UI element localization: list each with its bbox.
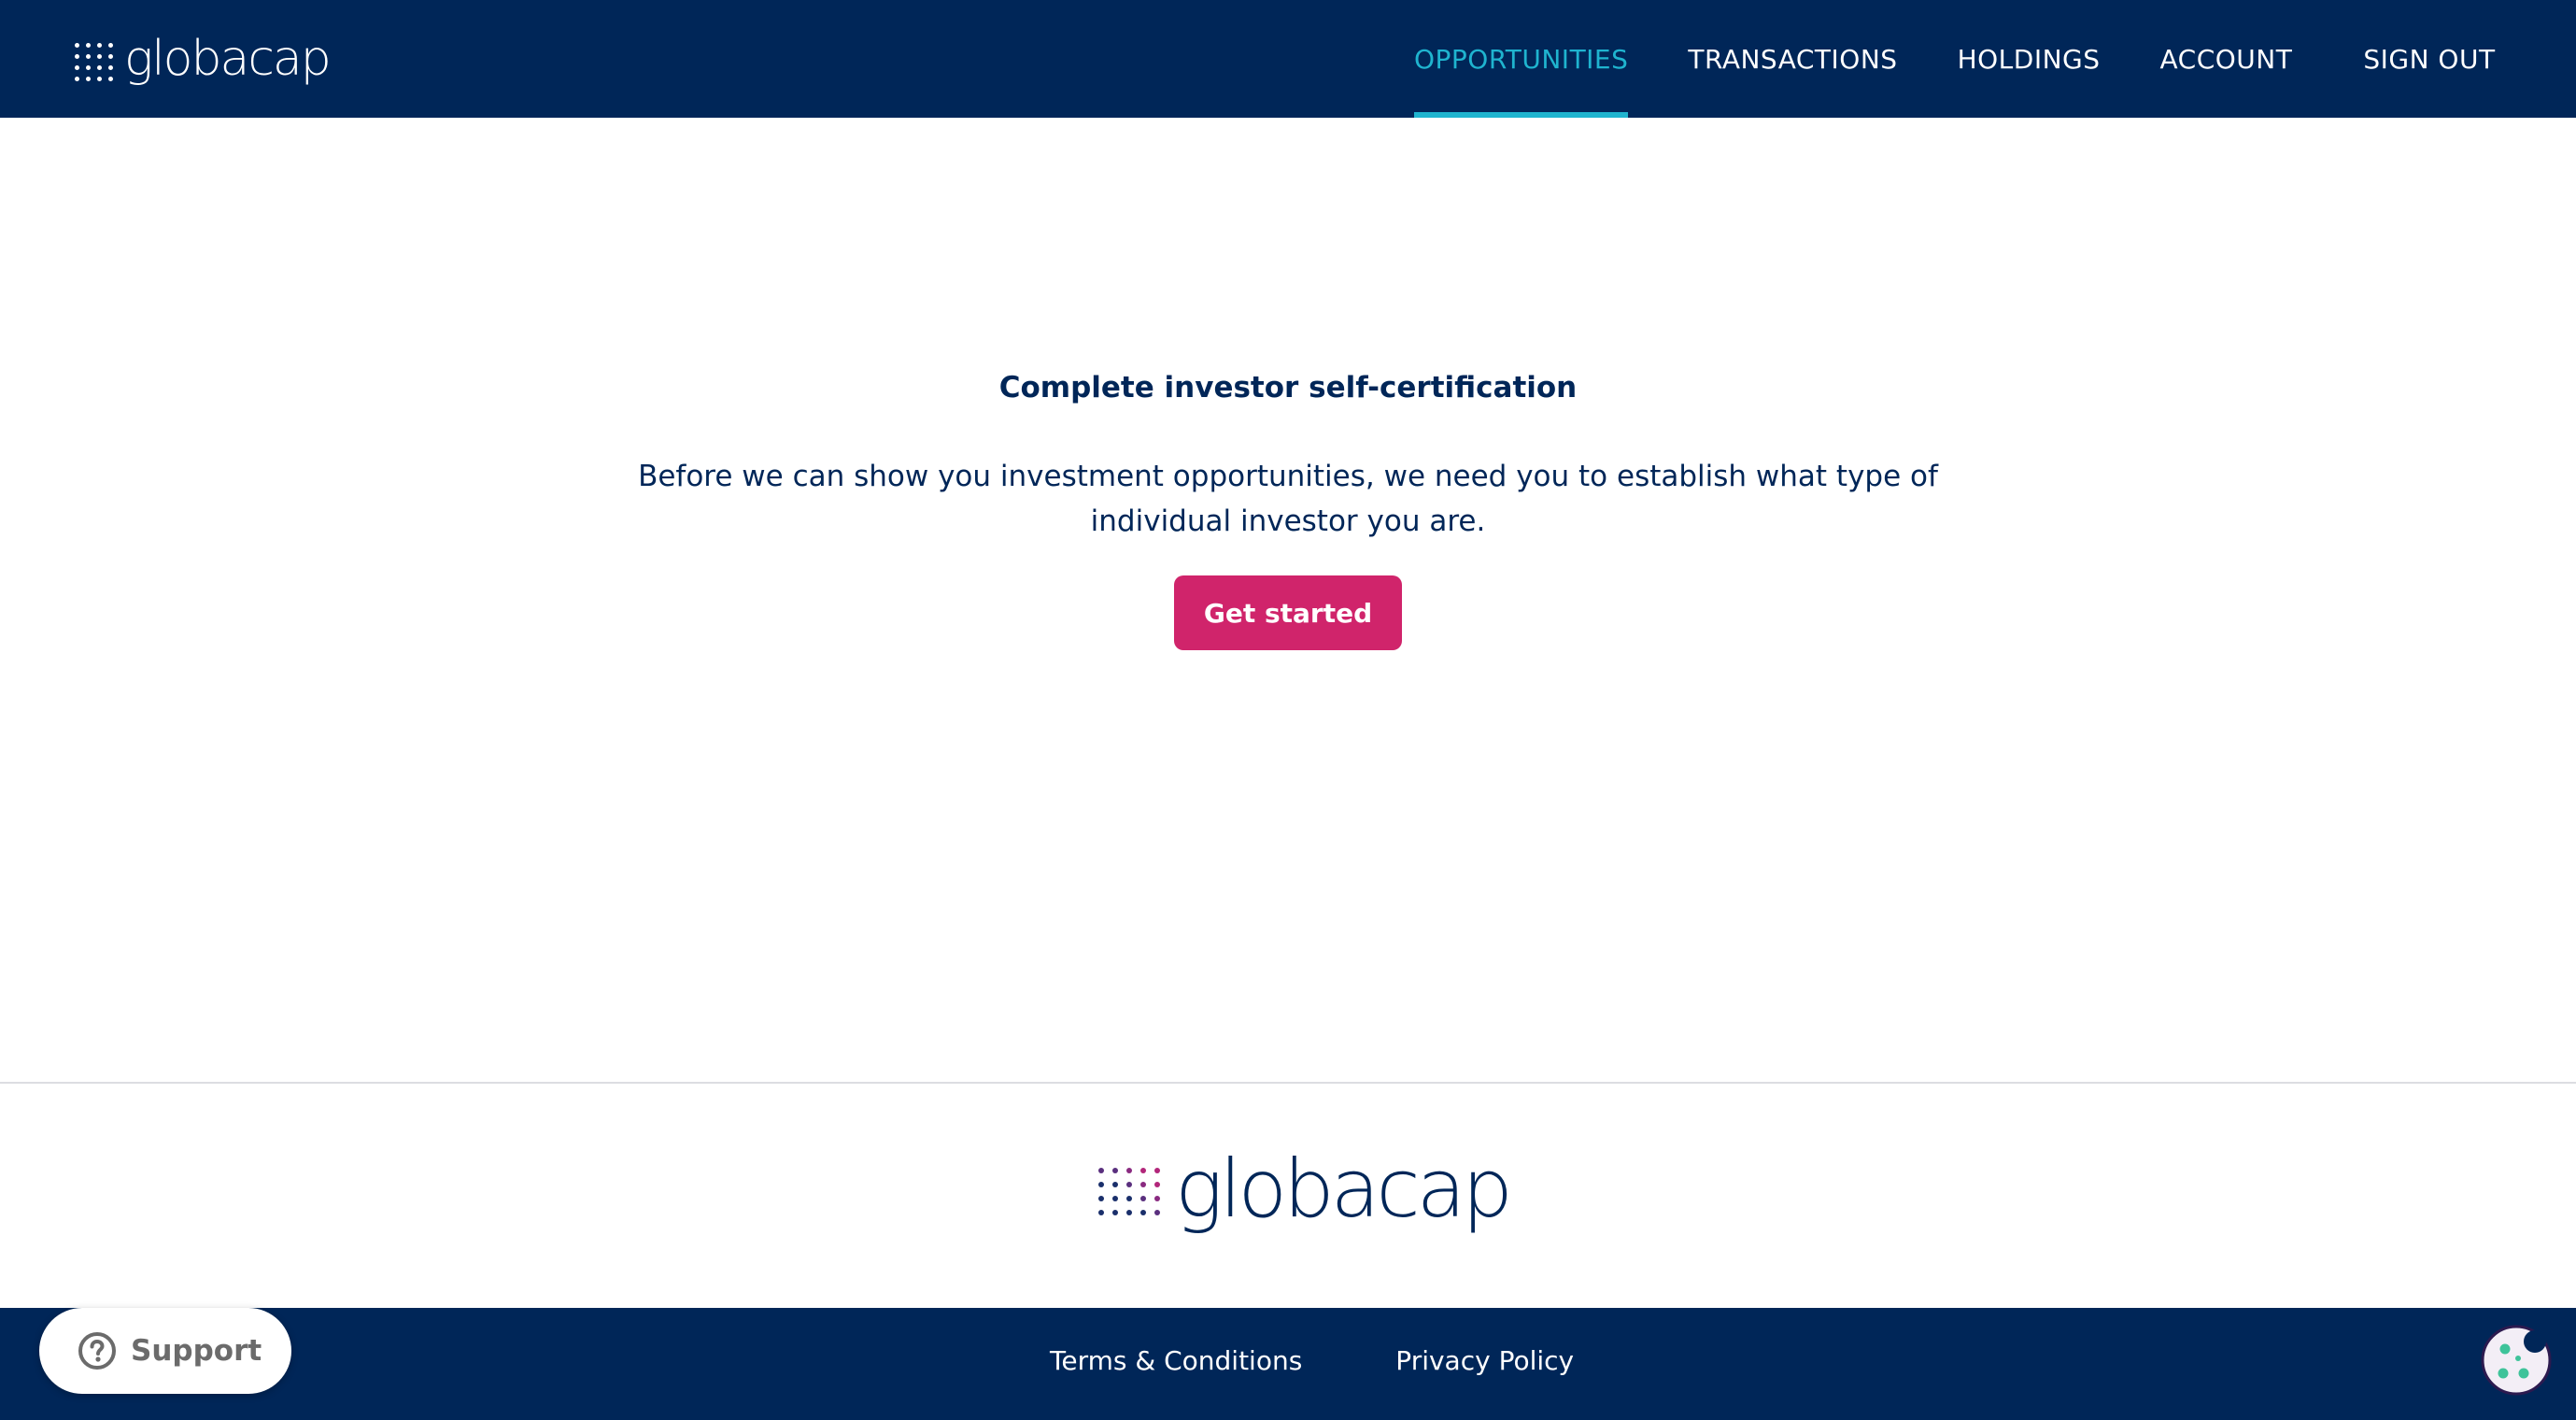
footer-logo-text: globacap [1175,1143,1513,1236]
question-circle-icon [78,1332,116,1370]
nav-transactions[interactable]: TRANSACTIONS [1688,0,1897,118]
footer-divider [0,1082,2576,1084]
support-button[interactable]: Support [39,1308,291,1394]
page-title: Complete investor self-certification [998,371,1578,405]
footer-logo-dots-icon [1098,1167,1160,1215]
cookie-icon[interactable] [2481,1325,2552,1396]
page-description: Before we can show you investment opport… [638,460,1938,538]
footer-links: Terms & Conditions Privacy Policy [1050,1345,1574,1376]
page: globacap OPPORTUNITIES TRANSACTIONS HOLD… [0,0,2576,1420]
nav-holdings[interactable]: HOLDINGS [1958,0,2101,118]
terms-conditions-link[interactable]: Terms & Conditions [1050,1345,1302,1376]
support-label: Support [131,1334,262,1368]
nav-account[interactable]: ACCOUNT [2160,0,2293,118]
nav-opportunities[interactable]: OPPORTUNITIES [1414,0,1629,118]
footer-logo: globacap [1098,1143,1513,1236]
main-nav: OPPORTUNITIES TRANSACTIONS HOLDINGS ACCO… [1414,0,2496,118]
logo-dots-icon [75,42,113,81]
get-started-button[interactable]: Get started [1174,575,1402,650]
top-navbar: globacap OPPORTUNITIES TRANSACTIONS HOLD… [0,0,2576,118]
privacy-policy-link[interactable]: Privacy Policy [1395,1345,1574,1376]
nav-sign-out[interactable]: SIGN OUT [2363,0,2495,118]
header-logo-text: globacap [124,31,332,87]
header-logo[interactable]: globacap [75,26,332,92]
